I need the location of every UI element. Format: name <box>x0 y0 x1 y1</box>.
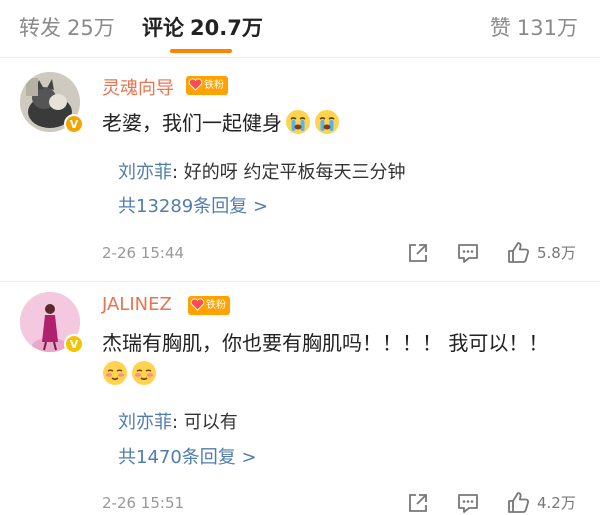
reply-text: : 好的呀 约定平板每天三分钟 <box>172 162 406 183</box>
tab-like-count: 131万 <box>516 16 578 40</box>
tab-repost-label: 转发 <box>19 16 61 40</box>
thumbs-up-icon <box>508 492 530 513</box>
username[interactable]: JALINEZ <box>102 294 172 315</box>
comment-icon <box>458 244 478 263</box>
fan-badge: 铁粉 <box>188 296 230 315</box>
tab-repost[interactable]: 转发 25万 <box>19 12 115 42</box>
blushing-emoji-icon <box>103 361 127 385</box>
share-icon <box>409 244 427 262</box>
reply-author[interactable]: 刘亦菲 <box>118 412 172 433</box>
share-button[interactable] <box>406 241 430 265</box>
more-replies-link[interactable]: 共13289条回复 > <box>118 192 268 218</box>
comment-emojis <box>99 360 157 386</box>
heart-icon <box>190 298 205 311</box>
comment-time: 2-26 15:51 <box>102 494 185 512</box>
tab-repost-count: 25万 <box>67 16 115 40</box>
crying-emoji-icon <box>286 110 310 134</box>
thumbs-up-icon <box>508 242 530 263</box>
tab-like-label: 赞 <box>489 16 511 40</box>
comment-text-content: 老婆，我们一起健身 <box>102 111 282 135</box>
tab-comment[interactable]: 评论 20.7万 <box>142 12 263 42</box>
reply-preview[interactable]: 刘亦菲: 可以有 <box>118 408 238 434</box>
like-button[interactable]: 5.8万 <box>506 240 576 265</box>
blushing-emoji-icon <box>132 361 156 385</box>
like-button[interactable]: 4.2万 <box>506 490 576 515</box>
reply-preview[interactable]: 刘亦菲: 好的呀 约定平板每天三分钟 <box>118 158 406 184</box>
reply-button[interactable] <box>456 492 480 514</box>
comment-time: 2-26 15:44 <box>102 244 185 262</box>
fan-badge: 铁粉 <box>186 76 228 95</box>
reply-author[interactable]: 刘亦菲 <box>118 162 172 183</box>
share-button[interactable] <box>406 491 430 515</box>
fan-badge-label: 铁粉 <box>206 300 226 311</box>
tab-comment-label: 评论 <box>142 16 184 40</box>
active-tab-indicator <box>170 49 232 53</box>
reply-button[interactable] <box>456 242 480 264</box>
username[interactable]: 灵魂向导 <box>102 74 174 100</box>
heart-icon <box>188 78 203 91</box>
more-replies-link[interactable]: 共1470条回复 > <box>118 443 257 469</box>
tab-comment-count: 20.7万 <box>190 16 263 40</box>
crying-emoji-icon <box>315 110 339 134</box>
reply-text: : 可以有 <box>172 412 238 433</box>
tabs-divider <box>0 57 600 58</box>
comment-icon <box>458 494 478 513</box>
comment-divider <box>0 281 600 282</box>
verified-badge: V <box>64 334 84 354</box>
like-count: 4.2万 <box>537 494 576 512</box>
comment-text: 老婆，我们一起健身 <box>102 107 340 136</box>
tab-like[interactable]: 赞 131万 <box>490 12 578 42</box>
share-icon <box>409 494 427 512</box>
fan-badge-label: 铁粉 <box>204 80 224 91</box>
like-count: 5.8万 <box>537 244 576 262</box>
comment-text: 杰瑞有胸肌，你也要有胸肌吗！！！！ 我可以！！ <box>102 331 549 355</box>
comment-tabs: 转发 25万 评论 20.7万 赞 131万 <box>0 0 600 58</box>
verified-badge: V <box>64 114 84 134</box>
